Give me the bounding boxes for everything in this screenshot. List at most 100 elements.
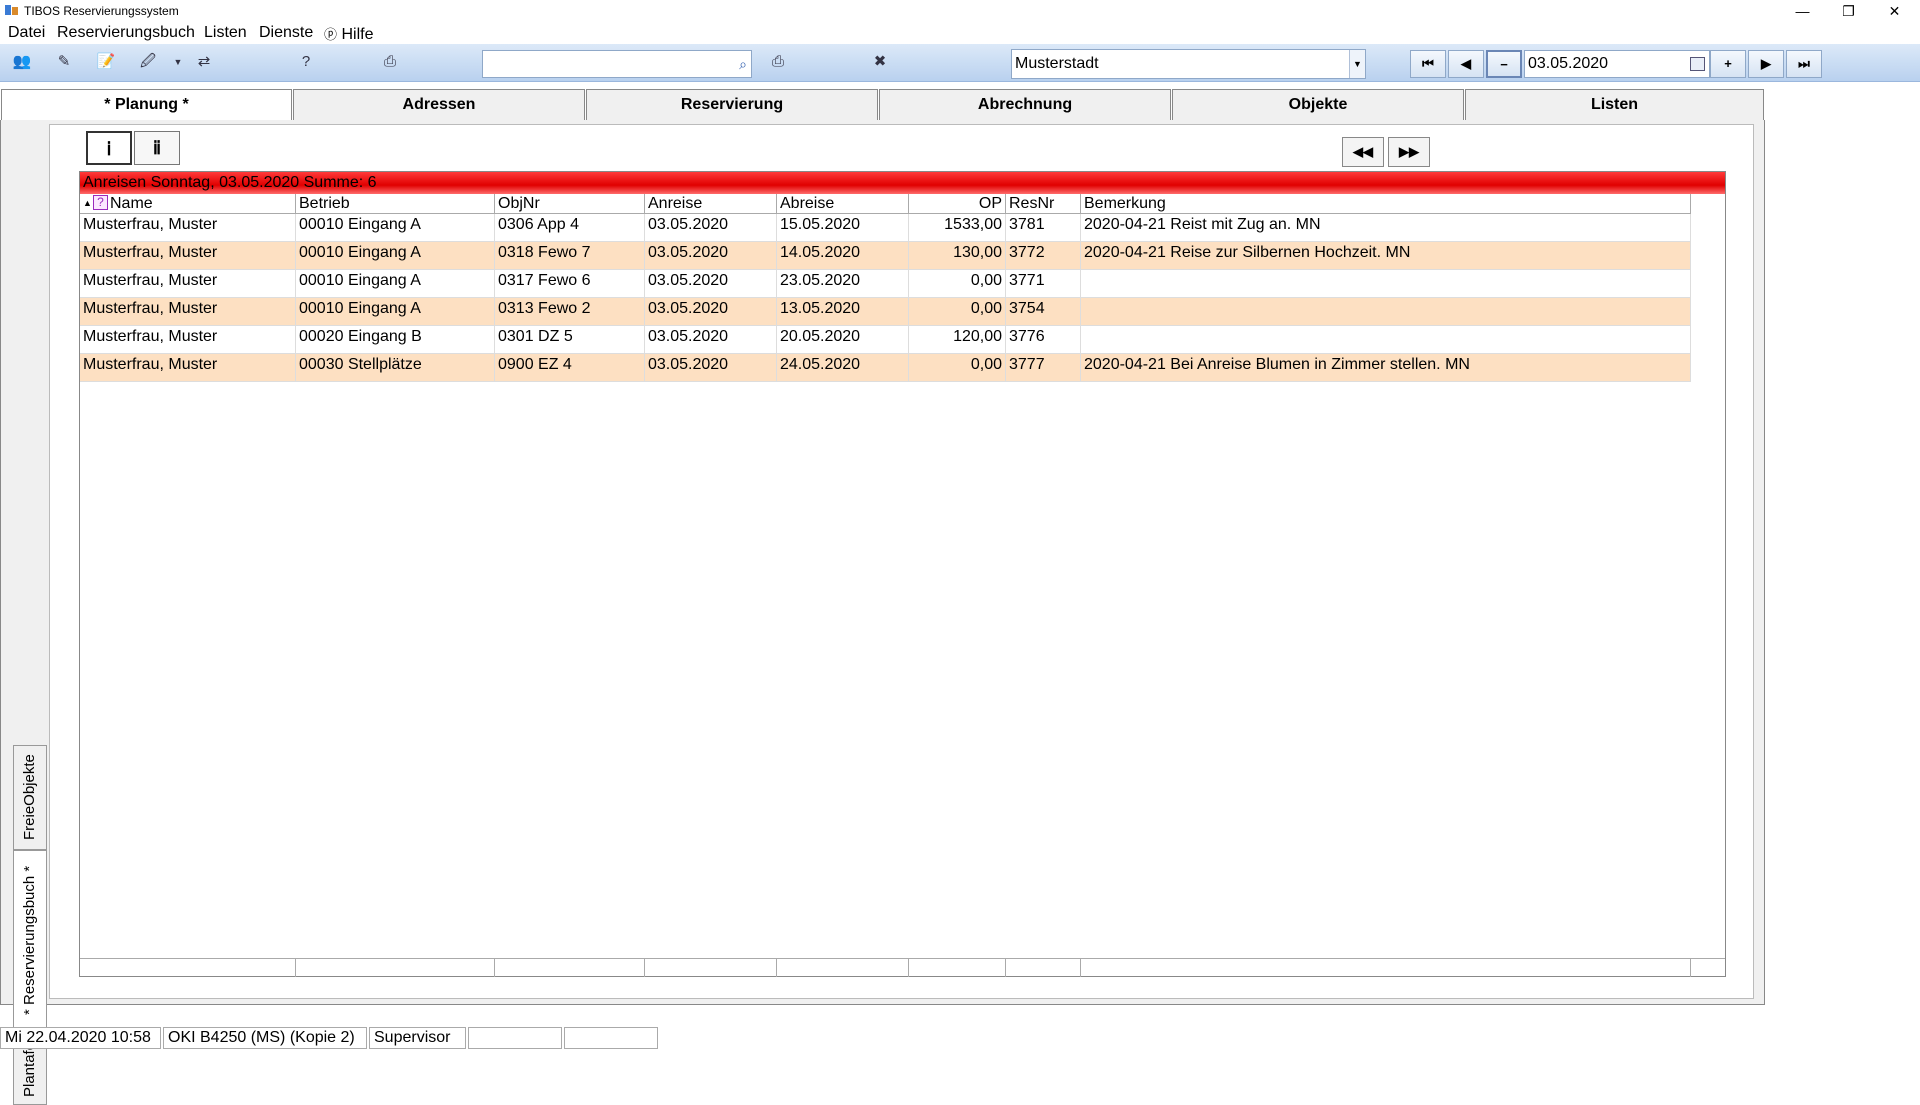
minus-button[interactable]: − (1486, 50, 1522, 78)
cell-bemerkung (1081, 270, 1691, 298)
cell-abreise: 23.05.2020 (777, 270, 909, 298)
date-input[interactable]: 03.05.2020 (1524, 50, 1710, 78)
cell-bemerkung (1081, 298, 1691, 326)
cell-abreise: 15.05.2020 (777, 214, 909, 242)
cell-abreise: 24.05.2020 (777, 354, 909, 382)
prev-date-button[interactable]: ◀ (1448, 50, 1484, 78)
cell-betrieb: 00030 Stellplätze (296, 354, 495, 382)
menu-dienste[interactable]: Dienste (259, 24, 313, 42)
status-field-5 (564, 1027, 658, 1049)
cell-anreise: 03.05.2020 (645, 214, 777, 242)
chevron-down-icon[interactable]: ▼ (168, 52, 188, 72)
window-title: TIBOS Reservierungssystem (24, 4, 179, 18)
tab-abrechnung[interactable]: Abrechnung (879, 89, 1171, 121)
close-button[interactable]: ✕ (1872, 0, 1917, 22)
last-date-button[interactable]: ⏭ (1786, 50, 1822, 78)
cell-betrieb: 00010 Eingang A (296, 270, 495, 298)
users-icon[interactable]: 👥 (12, 52, 32, 72)
footer-cell (645, 959, 777, 977)
print-icon[interactable]: ⎙ (768, 52, 788, 72)
tab-planung[interactable]: * Planung * (1, 89, 292, 122)
search-input[interactable]: ⌕ (482, 50, 752, 78)
column-header-betrieb[interactable]: Betrieb (296, 194, 495, 214)
column-header-resnr[interactable]: ResNr (1006, 194, 1081, 214)
table-row[interactable]: Musterfrau, Muster 00010 Eingang A 0306 … (80, 214, 1691, 242)
restore-button[interactable]: ❐ (1826, 0, 1871, 22)
cell-op: 0,00 (909, 298, 1006, 326)
column-header-name[interactable]: ▲? Name (80, 194, 296, 214)
tab-objekte[interactable]: Objekte (1172, 89, 1464, 121)
cell-anreise: 03.05.2020 (645, 242, 777, 270)
page-back-button[interactable]: ◀◀ (1342, 137, 1384, 167)
column-header-bemerkung[interactable]: Bemerkung (1081, 194, 1691, 214)
help-circle-icon: ⓟ (324, 27, 338, 42)
menu-hilfe[interactable]: ⓟ Hilfe (324, 24, 373, 44)
first-date-button[interactable]: ⏮ (1410, 50, 1446, 78)
table-row[interactable]: Musterfrau, Muster 00030 Stellplätze 090… (80, 354, 1691, 382)
status-bar: Mi 22.04.2020 10:58 OKI B4250 (MS) (Kopi… (0, 1026, 1920, 1050)
column-header-anreise[interactable]: Anreise (645, 194, 777, 214)
clear-icon[interactable]: ✖ (870, 52, 890, 72)
tab-adressen[interactable]: Adressen (293, 89, 585, 121)
cell-bemerkung: 2020-04-21 Bei Anreise Blumen in Zimmer … (1081, 354, 1691, 382)
help-icon[interactable]: ? (93, 195, 108, 210)
next-date-button[interactable]: ▶ (1748, 50, 1784, 78)
tab-reservierung[interactable]: Reservierung (586, 89, 878, 121)
side-tab-reservierungsbuch[interactable]: * Reservierungsbuch * (13, 850, 47, 1030)
cell-objnr: 0306 App 4 (495, 214, 645, 242)
status-printer: OKI B4250 (MS) (Kopie 2) (163, 1027, 367, 1049)
cell-anreise: 03.05.2020 (645, 326, 777, 354)
cell-bemerkung: 2020-04-21 Reise zur Silbernen Hochzeit.… (1081, 242, 1691, 270)
menu-bar: Datei Reservierungsbuch Listen Dienste ⓟ… (0, 22, 1920, 44)
transfer-icon[interactable]: ⇄ (194, 52, 214, 72)
cell-op: 0,00 (909, 354, 1006, 382)
sort-ascending-icon: ▲ (83, 198, 92, 208)
cell-resnr: 3781 (1006, 214, 1081, 242)
cell-resnr: 3772 (1006, 242, 1081, 270)
content-area: ⅰ ⅱ ◀◀ ▶▶ Anreisen Sonntag, 03.05.2020 S… (49, 124, 1754, 999)
tab-listen[interactable]: Listen (1465, 89, 1764, 121)
cell-op: 1533,00 (909, 214, 1006, 242)
table-row[interactable]: Musterfrau, Muster 00010 Eingang A 0313 … (80, 298, 1691, 326)
title-bar: TIBOS Reservierungssystem — ❐ ✕ (0, 0, 1920, 22)
column-header-abreise[interactable]: Abreise (777, 194, 909, 214)
cell-op: 130,00 (909, 242, 1006, 270)
city-select[interactable]: Musterstadt ▼ (1011, 49, 1366, 79)
pen-icon[interactable]: ✎ (54, 52, 74, 72)
status-datetime: Mi 22.04.2020 10:58 (0, 1027, 161, 1049)
page-forward-button[interactable]: ▶▶ (1388, 137, 1430, 167)
cell-objnr: 0900 EZ 4 (495, 354, 645, 382)
search-icon[interactable]: ⌕ (733, 51, 753, 77)
footer-cell (777, 959, 909, 977)
menu-reservierungsbuch[interactable]: Reservierungsbuch (57, 24, 195, 42)
menu-datei[interactable]: Datei (8, 24, 45, 42)
cell-objnr: 0313 Fewo 2 (495, 298, 645, 326)
column-header-objnr[interactable]: ObjNr (495, 194, 645, 214)
single-person-icon[interactable]: ⅰ (86, 131, 132, 165)
arrivals-grid: Anreisen Sonntag, 03.05.2020 Summe: 6 ▲?… (79, 171, 1726, 977)
two-persons-icon[interactable]: ⅱ (134, 131, 180, 165)
menu-listen[interactable]: Listen (204, 24, 247, 42)
footer-cell (296, 959, 495, 977)
cell-anreise: 03.05.2020 (645, 298, 777, 326)
cell-resnr: 3771 (1006, 270, 1081, 298)
chevron-down-icon[interactable]: ▼ (1349, 50, 1365, 78)
plus-button[interactable]: + (1710, 50, 1746, 78)
status-user: Supervisor (369, 1027, 466, 1049)
table-row[interactable]: Musterfrau, Muster 00020 Eingang B 0301 … (80, 326, 1691, 354)
document-edit-icon[interactable]: 🖉 (138, 52, 158, 72)
cell-name: Musterfrau, Muster (80, 298, 296, 326)
calendar-icon[interactable] (1690, 57, 1705, 71)
table-row[interactable]: Musterfrau, Muster 00010 Eingang A 0317 … (80, 270, 1691, 298)
question-icon[interactable]: ? (296, 52, 316, 72)
minimize-button[interactable]: — (1780, 0, 1825, 22)
planung-panel: FreieObjekte * Reservierungsbuch * Plant… (0, 120, 1765, 1105)
printer-icon[interactable]: ⎙ (380, 52, 400, 72)
column-header-op[interactable]: OP (909, 194, 1006, 214)
cell-anreise: 03.05.2020 (645, 354, 777, 382)
table-row[interactable]: Musterfrau, Muster 00010 Eingang A 0318 … (80, 242, 1691, 270)
cell-resnr: 3754 (1006, 298, 1081, 326)
side-tab-freieobjekte[interactable]: FreieObjekte (13, 745, 47, 850)
status-field-4 (468, 1027, 562, 1049)
edit-icon[interactable]: 📝 (96, 52, 116, 72)
